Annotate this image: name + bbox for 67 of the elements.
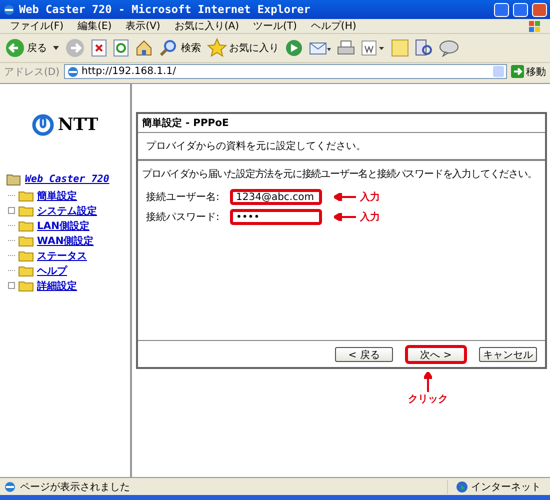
globe-icon bbox=[456, 480, 468, 492]
close-button[interactable] bbox=[532, 2, 547, 16]
minimize-button[interactable] bbox=[494, 2, 509, 16]
logo-ring-icon bbox=[32, 114, 54, 136]
field-label: 接続ユーザー名: bbox=[146, 190, 220, 204]
tree-link[interactable]: ヘルプ bbox=[37, 264, 67, 278]
arrow-icon bbox=[424, 372, 432, 392]
annotation-label: 入力 bbox=[360, 190, 380, 204]
tree-link[interactable]: WAN側設定 bbox=[37, 234, 94, 248]
folder-icon bbox=[18, 218, 34, 232]
go-arrow-icon bbox=[511, 65, 524, 78]
go-button[interactable]: 移動 bbox=[511, 64, 546, 78]
tree-link[interactable]: LAN側設定 bbox=[37, 218, 90, 232]
folder-icon bbox=[18, 248, 34, 262]
tree-link[interactable]: ステータス bbox=[37, 248, 87, 262]
status-message: ページが表示されました bbox=[20, 480, 131, 494]
expand-box-icon[interactable] bbox=[8, 282, 15, 289]
panel-title: 簡単設定 - PPPoE bbox=[138, 114, 545, 133]
windows-flag-icon bbox=[528, 20, 540, 32]
open-folder-icon bbox=[6, 172, 22, 186]
tree-root-link[interactable]: Web Caster 720 bbox=[25, 174, 110, 184]
window-title: Web Caster 720 - Microsoft Internet Explorer bbox=[19, 3, 312, 16]
menu-item[interactable]: ツール(T) bbox=[253, 19, 297, 33]
arrow-icon bbox=[334, 193, 356, 201]
folder-icon bbox=[18, 204, 34, 218]
search-icon bbox=[159, 38, 179, 58]
research-icon[interactable] bbox=[415, 39, 433, 57]
tree-link[interactable]: 簡単設定 bbox=[37, 188, 77, 202]
folder-icon bbox=[18, 188, 34, 202]
wizard-button[interactable]: < 戻る bbox=[335, 346, 393, 362]
favorites-button[interactable]: お気に入り bbox=[207, 38, 279, 58]
arrow-icon bbox=[334, 213, 356, 221]
menu-item[interactable]: ファイル(F) bbox=[10, 19, 64, 33]
annotation-label: 入力 bbox=[360, 210, 380, 224]
address-field[interactable]: http://192.168.1.1/ bbox=[64, 64, 507, 79]
logo-text: NTT bbox=[58, 115, 98, 135]
folder-icon bbox=[18, 278, 34, 292]
star-icon bbox=[207, 38, 227, 58]
media-icon[interactable] bbox=[285, 39, 303, 57]
tree-link[interactable]: システム設定 bbox=[37, 204, 97, 218]
folder-icon bbox=[18, 234, 34, 248]
home-icon[interactable] bbox=[135, 39, 153, 57]
back-button[interactable]: 戻る bbox=[5, 38, 47, 58]
stop-icon[interactable] bbox=[91, 39, 107, 57]
dropdown-arrow-icon[interactable] bbox=[53, 46, 59, 50]
input-field[interactable]: •••• bbox=[230, 209, 322, 225]
menu-item[interactable]: 編集(E) bbox=[78, 19, 112, 33]
document-icon[interactable] bbox=[361, 39, 385, 57]
speech-bubble-icon[interactable] bbox=[439, 39, 459, 57]
zone-label: インターネット bbox=[471, 480, 541, 494]
folder-icon bbox=[18, 264, 34, 278]
tree-link[interactable]: 詳細設定 bbox=[37, 278, 77, 292]
wizard-button[interactable]: キャンセル bbox=[479, 346, 537, 362]
instruction-text: プロバイダから届いた設定方法を元に接続ユーザー名と接続パスワードを入力してください。 bbox=[142, 168, 538, 181]
expand-box-icon[interactable] bbox=[8, 207, 15, 214]
printer-icon[interactable] bbox=[337, 39, 355, 57]
menu-item[interactable]: 表示(V) bbox=[126, 19, 160, 33]
menu-item[interactable]: お気に入り(A) bbox=[174, 19, 239, 33]
maximize-button[interactable] bbox=[513, 2, 528, 16]
menu-item[interactable]: ヘルプ(H) bbox=[310, 19, 356, 33]
input-field[interactable]: 1234@abc.com bbox=[230, 189, 322, 205]
search-button[interactable]: 検索 bbox=[159, 38, 201, 58]
field-label: 接続パスワード: bbox=[146, 210, 220, 224]
wizard-button[interactable]: 次へ > bbox=[405, 344, 467, 364]
annotation-label: クリック bbox=[408, 393, 448, 406]
address-label: アドレス(D) bbox=[4, 66, 60, 78]
panel-subtitle: プロバイダからの資料を元に設定してください。 bbox=[138, 133, 545, 161]
